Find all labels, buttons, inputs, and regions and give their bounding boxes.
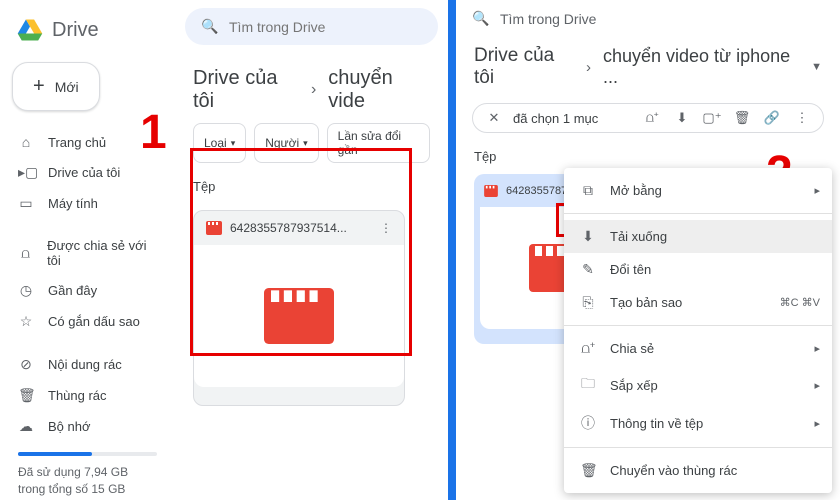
filter-chips: Loại▾ Người▾ Lần sửa đổi gần [175,123,448,173]
info-icon: ⓘ [580,413,596,433]
breadcrumb-right: Drive của tôi › chuyển video từ iphone .… [456,37,840,97]
search-placeholder: Tìm trong Drive [500,11,596,27]
drive-icon [16,16,44,44]
file-card[interactable]: 6428355787937514... ⋮ [193,210,405,406]
chip-type[interactable]: Loại▾ [193,123,246,163]
chevron-right-icon: › [586,59,591,76]
sidebar-item-storage[interactable]: ☁Bộ nhớ [0,411,175,442]
ctx-open-with[interactable]: ⧉Mở bằng▸ [564,174,832,207]
move-icon[interactable]: ▢⁺ [701,110,723,126]
sidebar-item-computers[interactable]: ▭Máy tính [0,188,175,219]
search-icon: 🔍 [472,10,488,27]
sidebar-item-shared[interactable]: ⩍Được chia sẻ với tôi [0,231,175,275]
download-icon[interactable]: ⬇ [671,110,693,126]
bc-root[interactable]: Drive của tôi [474,45,574,89]
context-menu: ⧉Mở bằng▸ ⬇Tải xuống ✎Đổi tên ⎘Tạo bản s… [564,168,832,493]
chevron-right-icon: ▸ [814,379,820,392]
chevron-right-icon: ▸ [814,342,820,355]
video-thumb-icon [264,288,334,344]
sidebar-item-spam[interactable]: ⊘Nội dung rác [0,349,175,380]
chevron-right-icon: ▸ [814,417,820,430]
chip-modified[interactable]: Lần sửa đổi gần [327,123,430,163]
more-icon[interactable]: ⋮ [380,221,392,235]
bc-root[interactable]: Drive của tôi [193,67,299,113]
storage-info: Đã sử dụng 7,94 GB trong tổng số 15 GB [0,442,175,500]
open-icon: ⧉ [580,182,596,199]
file-name: 6428355787937514... [230,221,347,235]
ctx-rename[interactable]: ✎Đổi tên [564,253,832,286]
ctx-download[interactable]: ⬇Tải xuống [564,220,832,253]
people-icon: ⩍ [18,245,33,262]
cloud-icon: ☁ [18,418,34,435]
bc-folder[interactable]: chuyển vide [328,67,430,113]
ctx-share[interactable]: ⩍⁺Chia sẻ▸ [564,332,832,365]
bc-folder[interactable]: chuyển video từ iphone ... [603,46,799,88]
search-bar[interactable]: 🔍 [185,8,438,45]
spam-icon: ⊘ [18,356,34,373]
search-bar-right[interactable]: 🔍 Tìm trong Drive [456,0,840,37]
copy-icon: ⎘ [580,294,596,311]
logo-text: Drive [52,19,99,42]
drive-logo: Drive [0,8,175,56]
sidebar-item-starred[interactable]: ☆Có gắn dấu sao [0,306,175,337]
dropdown-icon[interactable]: ▼ [811,61,822,73]
plus-icon: + [33,75,45,98]
more-icon[interactable]: ⋮ [791,110,813,126]
trash-icon[interactable]: 🗑 [731,110,753,126]
trash-icon: 🗑 [580,462,596,479]
new-button[interactable]: + Mới [12,62,100,111]
sidebar: Drive + Mới ⌂Trang chủ ▸▢Drive của tôi ▭… [0,0,175,500]
selection-bar: ✕ đã chọn 1 mục ⩍⁺ ⬇ ▢⁺ 🗑 🔗 ⋮ [472,103,824,133]
ctx-make-copy[interactable]: ⎘Tạo bản sao⌘C ⌘V [564,286,832,319]
link-icon[interactable]: 🔗 [761,110,783,126]
sidebar-item-mydrive[interactable]: ▸▢Drive của tôi [0,157,175,188]
search-icon: 🔍 [201,18,217,35]
folder-icon: 🗀 [580,373,596,397]
clock-icon: ◷ [18,282,34,299]
chevron-right-icon: › [311,81,316,99]
chip-people[interactable]: Người▾ [254,123,318,163]
search-input[interactable] [229,19,422,35]
storage-bar [18,452,157,456]
storage-text: Đã sử dụng 7,94 GB trong tổng số 15 GB [18,464,157,498]
ctx-organize[interactable]: 🗀Sắp xếp▸ [564,365,832,405]
share-person-icon[interactable]: ⩍⁺ [641,110,663,126]
chevron-right-icon: ▸ [814,184,820,197]
shortcut-text: ⌘C ⌘V [780,296,820,309]
sidebar-item-recent[interactable]: ◷Gần đây [0,275,175,306]
close-icon[interactable]: ✕ [483,110,505,126]
trash-icon: 🗑 [18,387,34,404]
star-icon: ☆ [18,313,34,330]
video-icon [206,221,222,235]
drive-icon: ▸▢ [18,164,34,181]
selection-text: đã chọn 1 mục [513,111,598,126]
ctx-trash[interactable]: 🗑Chuyển vào thùng rác [564,454,832,487]
computer-icon: ▭ [18,195,34,212]
ctx-info[interactable]: ⓘThông tin về tệp▸ [564,405,832,441]
pencil-icon: ✎ [580,261,596,278]
section-files: Tệp [175,173,448,200]
breadcrumb: Drive của tôi › chuyển vide [175,53,448,123]
main-left: 🔍 Drive của tôi › chuyển vide Loại▾ Ngườ… [175,0,448,500]
video-icon [484,185,498,197]
split-divider [448,0,456,500]
share-icon: ⩍⁺ [580,340,596,357]
sidebar-item-trash[interactable]: 🗑Thùng rác [0,380,175,411]
home-icon: ⌂ [18,134,34,150]
download-icon: ⬇ [580,228,596,245]
annotation-number-1: 1 [140,105,167,160]
